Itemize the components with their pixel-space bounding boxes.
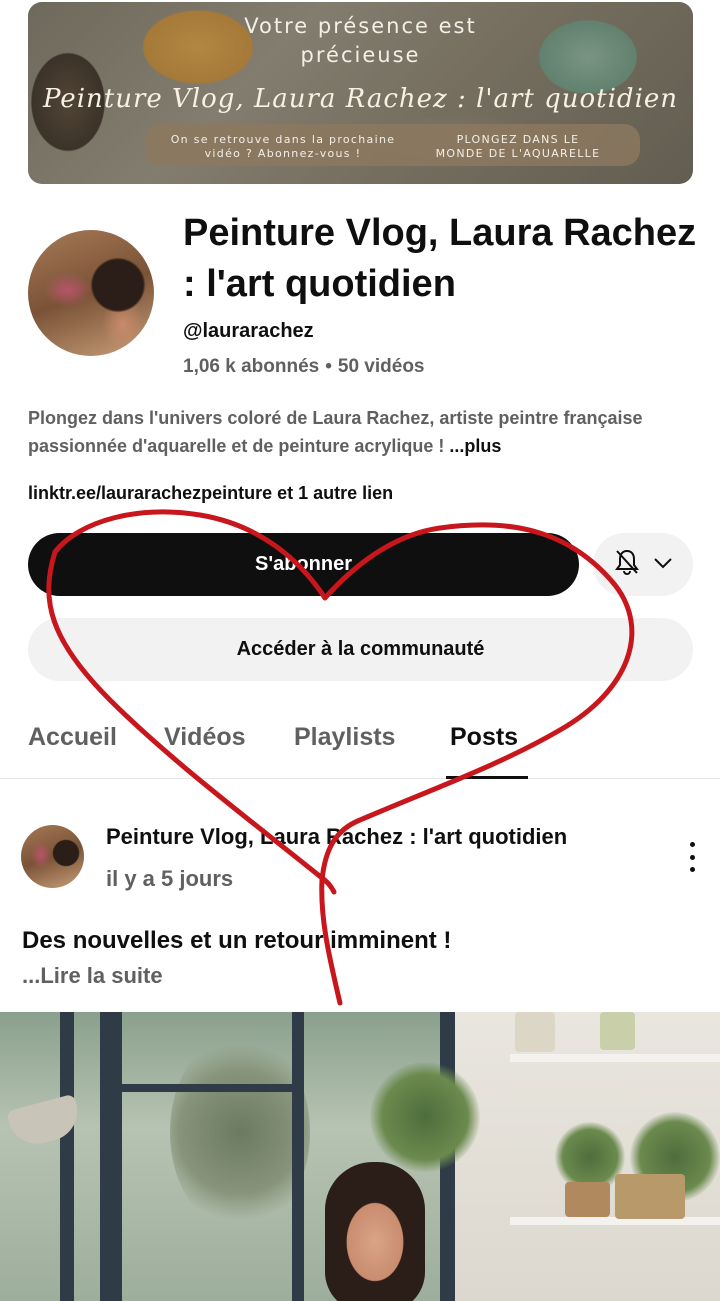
photo-tree bbox=[170, 1032, 310, 1232]
channel-title: Peinture Vlog, Laura Rachez : l'art quot… bbox=[183, 212, 697, 305]
photo-jar-2 bbox=[600, 1012, 635, 1050]
tab-playlists[interactable]: Playlists bbox=[294, 723, 395, 752]
video-count: 50 vidéos bbox=[337, 356, 425, 377]
tab-videos[interactable]: Vidéos bbox=[164, 723, 246, 752]
channel-banner: Votre présence est précieuse Peinture Vl… bbox=[28, 2, 693, 184]
channel-tabs: Accueil Vidéos Playlists Posts bbox=[0, 705, 720, 779]
window-frame-left bbox=[60, 1012, 74, 1301]
banner-right-text: PLONGEZ DANS LE MONDE DE L'AQUARELLE bbox=[408, 133, 628, 161]
banner-title-line2: précieuse bbox=[300, 43, 421, 67]
banner-left-line2: vidéo ? Abonnez-vous ! bbox=[204, 147, 362, 160]
post-author-avatar[interactable] bbox=[21, 825, 84, 888]
community-button[interactable]: Accéder à la communauté bbox=[28, 618, 693, 681]
photo-pot-2 bbox=[615, 1174, 685, 1219]
photo-shelf-top bbox=[510, 1054, 720, 1062]
description-more-link[interactable]: ...plus bbox=[449, 436, 501, 456]
post-image[interactable] bbox=[0, 1012, 720, 1301]
channel-description[interactable]: Plongez dans l'univers coloré de Laura R… bbox=[28, 404, 698, 460]
window-frame-right bbox=[292, 1012, 304, 1301]
photo-shelf-bottom bbox=[510, 1217, 720, 1225]
post-timestamp: il y a 5 jours bbox=[106, 866, 234, 891]
tab-home[interactable]: Accueil bbox=[28, 723, 117, 752]
channel-avatar[interactable] bbox=[28, 230, 154, 356]
photo-jar-1 bbox=[515, 1012, 555, 1052]
photo-person bbox=[325, 1162, 425, 1301]
photo-plant-1 bbox=[370, 1062, 480, 1172]
banner-script-title: Peinture Vlog, Laura Rachez : l'art quot… bbox=[42, 84, 679, 114]
more-vert-icon[interactable] bbox=[680, 840, 704, 874]
banner-left-text: On se retrouve dans la prochaine vidéo ?… bbox=[148, 133, 418, 161]
banner-right-line1: PLONGEZ DANS LE bbox=[456, 133, 580, 146]
tab-posts[interactable]: Posts bbox=[450, 723, 518, 752]
description-text: Plongez dans l'univers coloré de Laura R… bbox=[28, 408, 643, 456]
channel-links[interactable]: linktr.ee/laurarachezpeinture et 1 autre… bbox=[28, 483, 393, 504]
photo-pot-1 bbox=[565, 1182, 610, 1217]
post-author[interactable]: Peinture Vlog, Laura Rachez : l'art quot… bbox=[106, 824, 567, 850]
channel-stats: 1,06 k abonnés • 50 vidéos bbox=[183, 356, 425, 378]
window-frame-mid bbox=[100, 1012, 122, 1301]
stats-separator: • bbox=[325, 356, 332, 377]
notification-button[interactable] bbox=[593, 533, 693, 596]
banner-title: Votre présence est précieuse bbox=[28, 12, 693, 70]
window-crossbar bbox=[120, 1084, 300, 1092]
channel-handle: @laurarachez bbox=[183, 320, 314, 342]
bell-off-icon bbox=[614, 548, 640, 581]
active-tab-indicator bbox=[446, 776, 528, 779]
banner-left-line1: On se retrouve dans la prochaine bbox=[170, 133, 396, 146]
banner-title-line1: Votre présence est bbox=[244, 14, 477, 38]
chevron-down-icon bbox=[654, 556, 672, 574]
subscribe-button[interactable]: S'abonner bbox=[28, 533, 579, 596]
post-title: Des nouvelles et un retour imminent ! bbox=[22, 927, 452, 954]
subscriber-count: 1,06 k abonnés bbox=[183, 356, 320, 377]
banner-right-line2: MONDE DE L'AQUARELLE bbox=[435, 147, 601, 160]
read-more-link[interactable]: ...Lire la suite bbox=[22, 963, 163, 989]
